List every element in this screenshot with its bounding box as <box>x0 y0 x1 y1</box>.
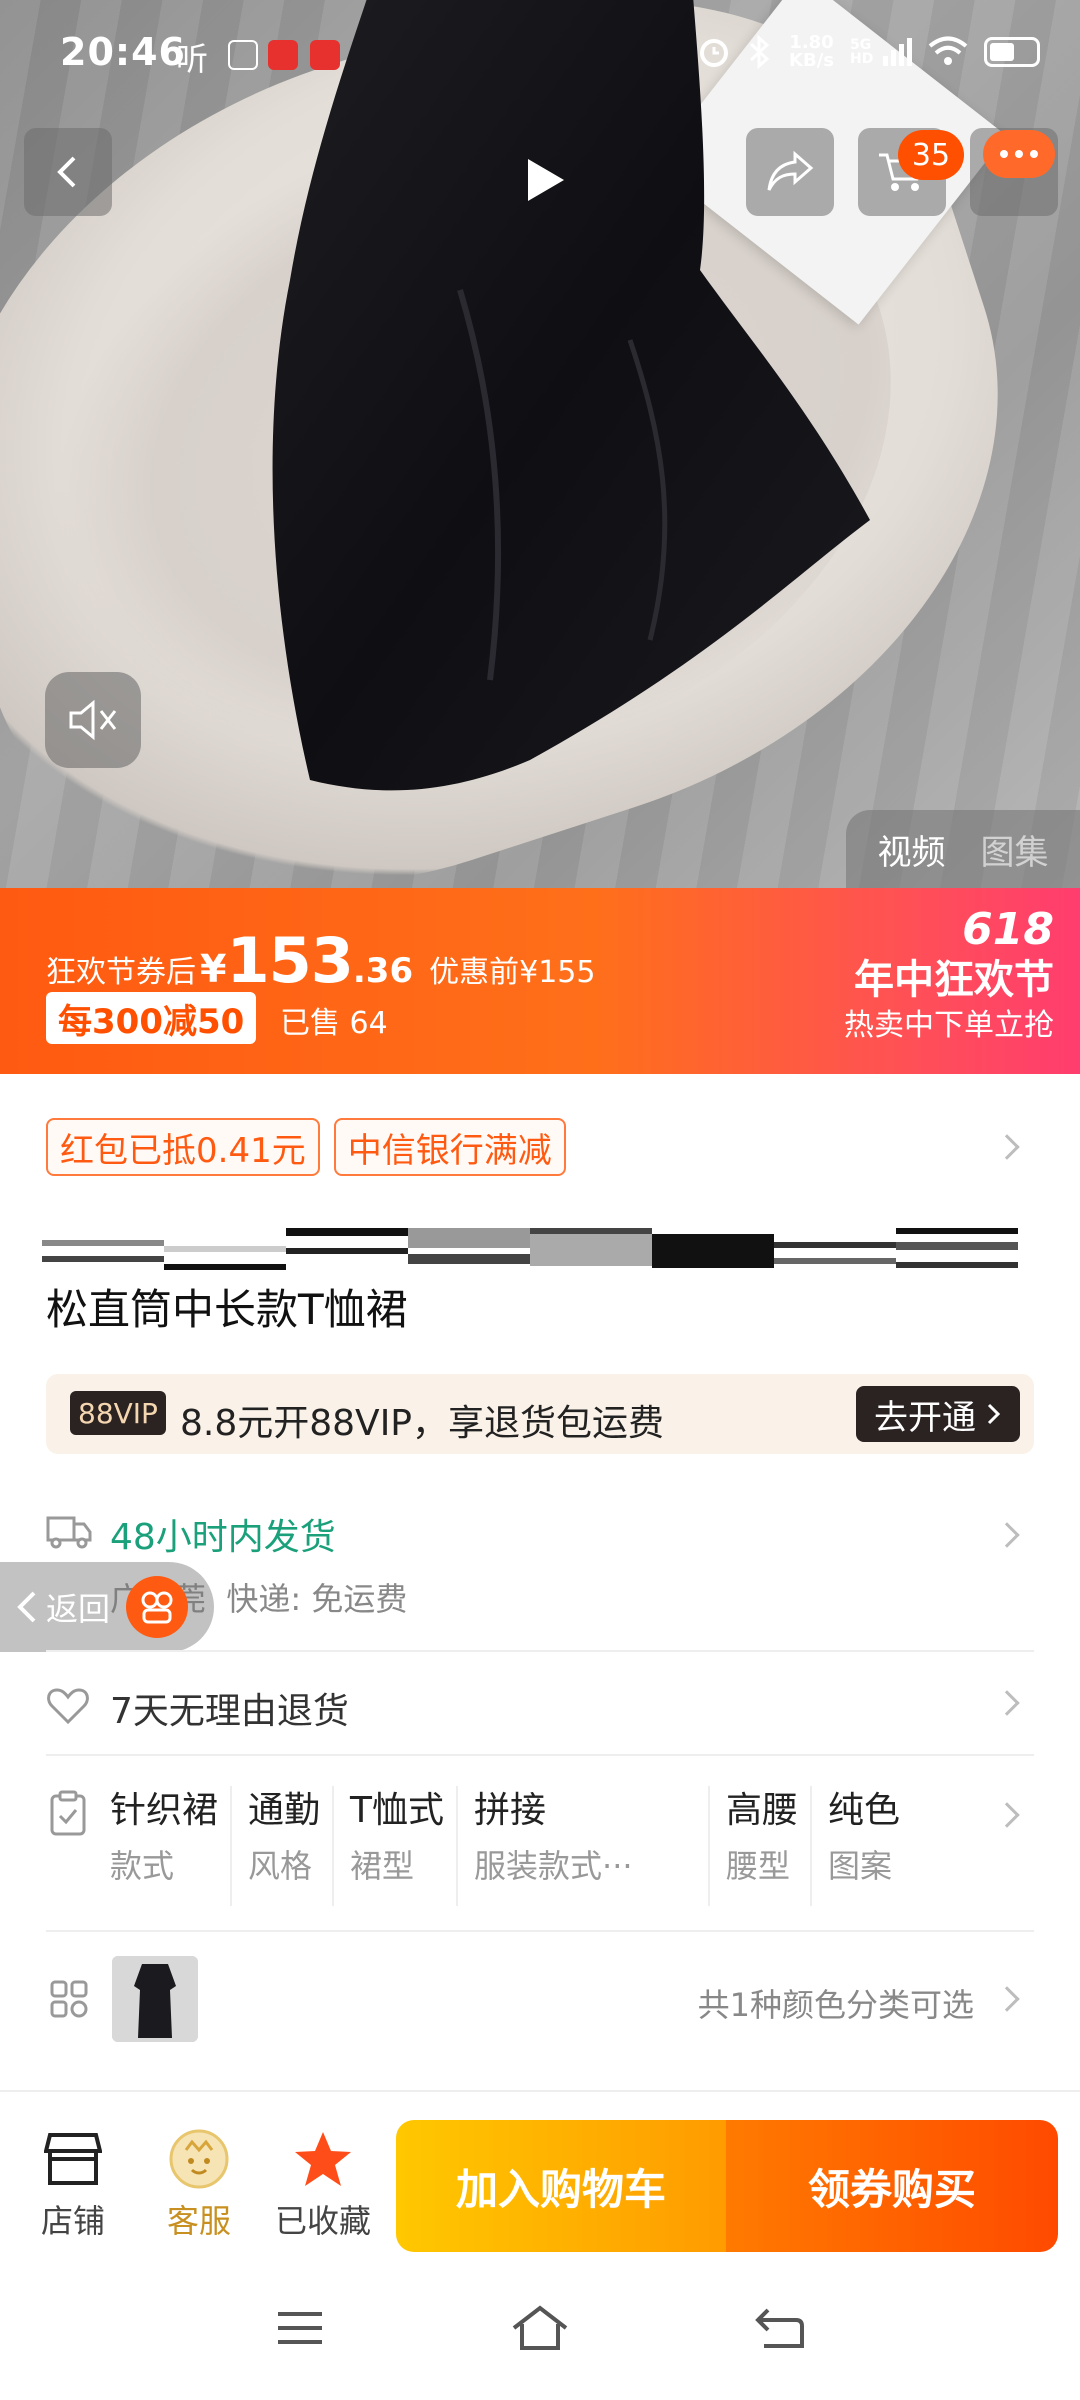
tab-gallery[interactable]: 图集 <box>981 825 1049 874</box>
service-label: 客服 <box>166 2202 231 2240</box>
share-icon <box>767 150 814 191</box>
location-notification-icon <box>310 40 340 70</box>
dress-image <box>272 0 870 791</box>
express-fee: 快递: 免运费 <box>226 1580 408 1618</box>
favorite-button[interactable]: 已收藏 <box>268 2128 378 2242</box>
customer-service-button[interactable]: 客服 <box>144 2128 254 2242</box>
star-icon <box>295 2132 351 2186</box>
clipboard-icon <box>50 1790 86 1836</box>
store-label: 店铺 <box>40 2202 105 2240</box>
app-logo-icon <box>126 1576 189 1638</box>
play-button[interactable] <box>505 140 585 220</box>
color-thumbnail[interactable] <box>112 1956 198 2042</box>
media-tabs: 视频 图集 <box>846 810 1080 888</box>
buy-now-button[interactable]: 领券购买 <box>726 2120 1058 2252</box>
back-nav-button[interactable] <box>740 2298 820 2358</box>
red-packet-badge: 红包已抵0.41元 <box>46 1118 320 1176</box>
heart-icon <box>47 1688 89 1725</box>
original-price: 优惠前¥155 <box>429 955 596 990</box>
grid-icon <box>50 1980 88 2018</box>
chevron-right-icon <box>994 1522 1020 1548</box>
product-media[interactable]: 20:46 听 1.80 KB/s 5G HD 35 视频 图集 <box>0 0 1080 888</box>
tab-video[interactable]: 视频 <box>878 825 946 874</box>
favorite-label: 已收藏 <box>274 2202 371 2240</box>
color-count[interactable]: 共1种颜色分类可选 <box>698 1980 974 2026</box>
attribute-item: 拼接 服装款式··· <box>474 1786 711 1906</box>
mute-button[interactable] <box>45 672 141 768</box>
festival-badge: 618 年中狂欢节 热卖中下单立抢 <box>844 906 1054 1046</box>
network-speed: 1.80 KB/s <box>789 32 834 71</box>
system-navigation-bar <box>0 2260 1080 2400</box>
chevron-right-icon <box>994 1690 1020 1716</box>
floating-back-button[interactable]: 返回 <box>0 1562 214 1652</box>
add-to-cart-button[interactable]: 加入购物车 <box>396 2120 726 2252</box>
divider <box>46 1930 1034 1932</box>
festival-618: 618 <box>962 904 1054 955</box>
promo-label: 狂欢节券后 <box>46 955 196 990</box>
service-icon <box>169 2129 229 2189</box>
app-notification-icon <box>268 40 298 70</box>
back-button[interactable] <box>24 128 112 216</box>
discount-tag: 每300减50 <box>46 992 257 1044</box>
vip-open-label: 去开通 <box>874 1397 976 1438</box>
more-icon[interactable] <box>983 130 1055 178</box>
title-redacted <box>42 1228 1018 1274</box>
cart-count-badge: 35 <box>898 130 964 180</box>
attribute-item: 通勤 风格 <box>248 1786 335 1906</box>
vip-text: 8.8元开88VIP，享退货包运费 <box>180 1403 665 1444</box>
chevron-left-icon <box>57 156 76 188</box>
attribute-item: 针织裙 款式 <box>110 1786 233 1906</box>
price-integer: 153 <box>226 924 353 997</box>
battery-icon <box>984 37 1040 67</box>
bottom-action-bar: 店铺 客服 已收藏 加入购物车 领券购买 <box>0 2090 1080 2260</box>
signal-indicator: 5G HD <box>850 38 912 66</box>
attribute-list[interactable]: 针织裙 款式 通勤 风格 T恤式 裙型 拼接 服装款式··· 高腰 腰型 纯色 图案 <box>110 1786 990 1906</box>
return-policy[interactable]: 7天无理由退货 <box>110 1682 349 1734</box>
chevron-right-icon <box>987 1403 1001 1425</box>
vip-open-button[interactable]: 去开通 <box>856 1386 1020 1442</box>
chevron-right-icon <box>994 1134 1020 1160</box>
taobao-notification-icon <box>228 40 258 70</box>
vip-logo: 88VIP <box>70 1391 166 1435</box>
home-icon <box>512 2305 568 2350</box>
divider <box>46 1754 1034 1756</box>
bank-discount-badge: 中信银行满减 <box>333 1118 566 1176</box>
home-nav-button[interactable] <box>500 2298 580 2358</box>
vip-banner[interactable]: 88VIP 8.8元开88VIP，享退货包运费 去开通 <box>46 1374 1034 1454</box>
promo-banner: 狂欢节券后 ¥ 153 .36 优惠前¥155 每300减50 已售 64 61… <box>0 888 1080 1074</box>
product-title: 松直筒中长款T恤裙 <box>46 1285 408 1334</box>
bluetooth-icon <box>750 35 770 69</box>
wifi-icon <box>928 36 968 65</box>
menu-icon <box>278 2312 322 2344</box>
truck-icon <box>46 1516 92 1549</box>
menu-nav-button[interactable] <box>260 2298 340 2358</box>
floating-back-label: 返回 <box>46 1590 111 1628</box>
divider <box>46 1650 1034 1652</box>
back-arrow-icon <box>755 2308 804 2348</box>
alarm-icon <box>700 39 729 67</box>
chevron-right-icon <box>994 1986 1020 2012</box>
chevron-right-icon <box>994 1802 1020 1828</box>
play-icon <box>528 159 564 201</box>
attribute-item: 纯色 图案 <box>828 1790 901 1885</box>
share-button[interactable] <box>746 128 834 216</box>
status-listen-icon: 听 <box>176 40 209 78</box>
price-decimal: .36 <box>352 951 414 991</box>
price-currency: ¥ <box>200 947 227 991</box>
status-time: 20:46 <box>60 30 186 74</box>
store-icon <box>44 2133 102 2185</box>
sold-count: 已售 64 <box>280 1006 388 1041</box>
shipping-title[interactable]: 48小时内发货 <box>110 1508 336 1560</box>
speaker-muted-icon <box>69 699 117 741</box>
coupon-row[interactable]: 红包已抵0.41元 中信银行满减 <box>46 1118 566 1176</box>
attribute-item: 高腰 腰型 <box>726 1786 813 1906</box>
attribute-item: T恤式 裙型 <box>350 1786 459 1906</box>
store-button[interactable]: 店铺 <box>18 2128 128 2242</box>
festival-subtitle: 热卖中下单立抢 <box>844 1008 1054 1043</box>
festival-name: 年中狂欢节 <box>854 957 1054 1003</box>
status-bar: 20:46 听 1.80 KB/s 5G HD <box>0 0 1080 110</box>
chevron-left-icon <box>17 1591 36 1623</box>
